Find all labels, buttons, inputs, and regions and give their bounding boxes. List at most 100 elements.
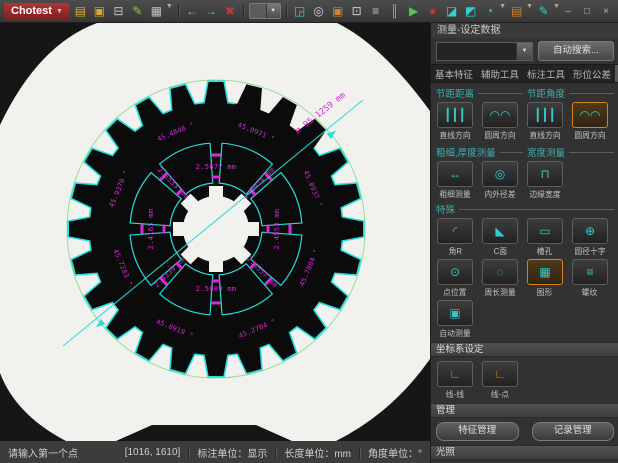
axis-line-point-icon: ∟ (482, 361, 518, 387)
image-b-icon[interactable]: ◩ (462, 3, 479, 20)
tool-c-face[interactable]: ◣C面 (482, 218, 518, 257)
tool-label: 线-线 (446, 388, 464, 399)
cursor-coordinates: [1016, 1610] (125, 447, 181, 458)
tab-2[interactable]: 辅助工具 (477, 65, 523, 82)
gear-measurement-view[interactable]: ⌀ 95.1259 mm45.0971 °45.4846 °45.9370 °4… (0, 23, 430, 441)
undo-icon[interactable]: ← (183, 3, 200, 20)
section-header: 特殊 (436, 202, 455, 216)
list-view-icon[interactable]: ≡ (367, 3, 384, 20)
status-divider (275, 447, 276, 459)
tool-label: 螺纹 (582, 286, 598, 297)
tool-edge-width[interactable]: ⊓边缘宽度 (527, 161, 563, 200)
auto-search-button[interactable]: 自动搜索... (538, 41, 614, 61)
tool-thread[interactable]: ≡螺纹 (572, 259, 608, 298)
section-header: 节距距离 (436, 86, 474, 100)
slot-hole-icon: ▭ (527, 218, 563, 244)
tool-point-position[interactable]: ⊙点位置 (437, 259, 473, 298)
tool-thickness-measure[interactable]: ↔粗细测量 (437, 161, 473, 200)
minimize-button[interactable]: – (562, 6, 574, 17)
spoke-width-label: 2.4553 mm (273, 209, 281, 250)
tool-pitch-distance-linear[interactable]: ┃┃┃直线方向 (437, 102, 473, 141)
tool-graphic[interactable]: ▦图形 (527, 259, 563, 298)
pen-tool-icon[interactable]: ✎ (535, 3, 552, 20)
save-icon[interactable]: ▦ (148, 3, 165, 20)
thread-icon: ≡ (572, 259, 608, 285)
pitch-distance-circular-icon: ◠◠ (482, 102, 518, 128)
tool-slot-hole[interactable]: ▭槽孔 (527, 218, 563, 257)
tool-label: 图形 (537, 286, 553, 297)
chevron-down-icon[interactable]: ▼ (526, 3, 533, 20)
tab-4[interactable]: 形位公差 (569, 65, 615, 82)
main-toolbar: Chotest ▼ ▤▣⊟✎▦▼ ←→✖ ▼ ◲◎▣⊡≡║▶●◪◩◔▼▤▼✎▼ … (0, 0, 618, 23)
layers-icon[interactable]: ▤ (508, 3, 525, 20)
edge-width-icon: ⊓ (527, 161, 563, 187)
tool-inner-outer-diameter[interactable]: ◎内外径差 (482, 161, 518, 200)
column-view-icon[interactable]: ║ (386, 3, 403, 20)
open-folder-icon[interactable]: ▣ (91, 3, 108, 20)
tool-axis-line-point[interactable]: ∟线-点 (482, 361, 518, 400)
section-bar: 管理 (431, 403, 618, 418)
section-divider (569, 152, 614, 153)
pitch-angle-circular-icon: ◠◠ (572, 102, 608, 128)
edit-icon[interactable]: ✎ (129, 3, 146, 20)
redo-icon[interactable]: → (202, 3, 219, 20)
section-divider (569, 93, 614, 94)
record-icon[interactable]: ● (424, 3, 441, 20)
record-manager-button[interactable]: 记录管理 (532, 422, 615, 441)
tool-label: 自动测量 (439, 327, 470, 338)
monitor-icon[interactable]: ⊡ (348, 3, 365, 20)
tool-label: 圆周方向 (484, 129, 515, 140)
section-header: 节距角度 (527, 86, 565, 100)
section-divider (478, 93, 523, 94)
close-button[interactable]: × (600, 6, 612, 17)
angle-unit: 角度单位：° (368, 445, 422, 460)
chevron-down-icon[interactable]: ▼ (166, 3, 173, 20)
chevron-down-icon[interactable]: ▼ (553, 3, 560, 20)
tool-axis-line-line[interactable]: ∟线-线 (437, 361, 473, 400)
screen-capture-icon[interactable]: ⊟ (110, 3, 127, 20)
status-hint: 请输入第一个点 (8, 445, 117, 460)
section-bar: 坐标系设定 (431, 342, 618, 357)
crop-frame-icon[interactable]: ▣ (329, 3, 346, 20)
tab-3[interactable]: 标注工具 (523, 65, 569, 82)
tool-pitch-distance-circular[interactable]: ◠◠圆周方向 (482, 102, 518, 141)
tool-label: 直线方向 (529, 129, 560, 140)
feature-combobox[interactable]: ▼ (436, 42, 533, 61)
tool-label: 内外径差 (484, 188, 515, 199)
image-locate-icon[interactable]: ◲ (291, 3, 308, 20)
toolbar-combobox[interactable]: ▼ (249, 3, 281, 19)
section-divider (500, 152, 523, 153)
run-icon[interactable]: ▶ (405, 3, 422, 20)
tool-pitch-angle-linear[interactable]: ┃┃┃直线方向 (527, 102, 563, 141)
section-header: 宽度测量 (527, 145, 565, 159)
image-a-icon[interactable]: ◪ (443, 3, 460, 20)
corner-r-icon: ◜ (437, 218, 473, 244)
camera-viewport[interactable]: ⌀ 95.1259 mm45.0971 °45.4846 °45.9370 °4… (0, 23, 430, 440)
tool-label: 圆周方向 (574, 129, 605, 140)
toolbar-divider (243, 5, 244, 18)
tool-circle-cross[interactable]: ⊕圆径十字 (572, 218, 608, 257)
tool-label: 周长测量 (484, 286, 515, 297)
chevron-down-icon[interactable]: ▼ (499, 3, 506, 20)
feature-manager-button[interactable]: 特征管理 (436, 422, 519, 441)
measure-settings-panel: 测量-设定数据 ▼ 自动搜索... 基本特征辅助工具标注工具形位公差应用工具 节… (430, 23, 618, 463)
new-doc-icon[interactable]: ▤ (72, 3, 89, 20)
chevron-down-icon[interactable]: ▼ (516, 43, 532, 60)
tool-label: 槽孔 (537, 245, 553, 256)
history-icon[interactable]: ◔ (481, 3, 498, 20)
tool-auto-measure[interactable]: ▣自动测量 (437, 300, 473, 339)
annotation-unit: 标注单位：显示 (197, 445, 267, 460)
magnifier-icon[interactable]: ◎ (310, 3, 327, 20)
delete-icon[interactable]: ✖ (221, 3, 238, 20)
feature-combobox-value (437, 43, 516, 60)
panel-tabs: 基本特征辅助工具标注工具形位公差应用工具 (431, 64, 618, 83)
graphic-icon: ▦ (527, 259, 563, 285)
tab-1[interactable]: 基本特征 (431, 65, 477, 82)
tool-perimeter-measure[interactable]: ◌周长测量 (482, 259, 518, 298)
maximize-button[interactable]: □ (581, 6, 593, 17)
app-menu-button[interactable]: Chotest ▼ (4, 3, 70, 20)
tool-pitch-angle-circular[interactable]: ◠◠圆周方向 (572, 102, 608, 141)
tool-corner-r[interactable]: ◜角R (437, 218, 473, 257)
chevron-down-icon[interactable]: ▼ (266, 4, 280, 18)
window-controls: –□ × (562, 6, 614, 17)
